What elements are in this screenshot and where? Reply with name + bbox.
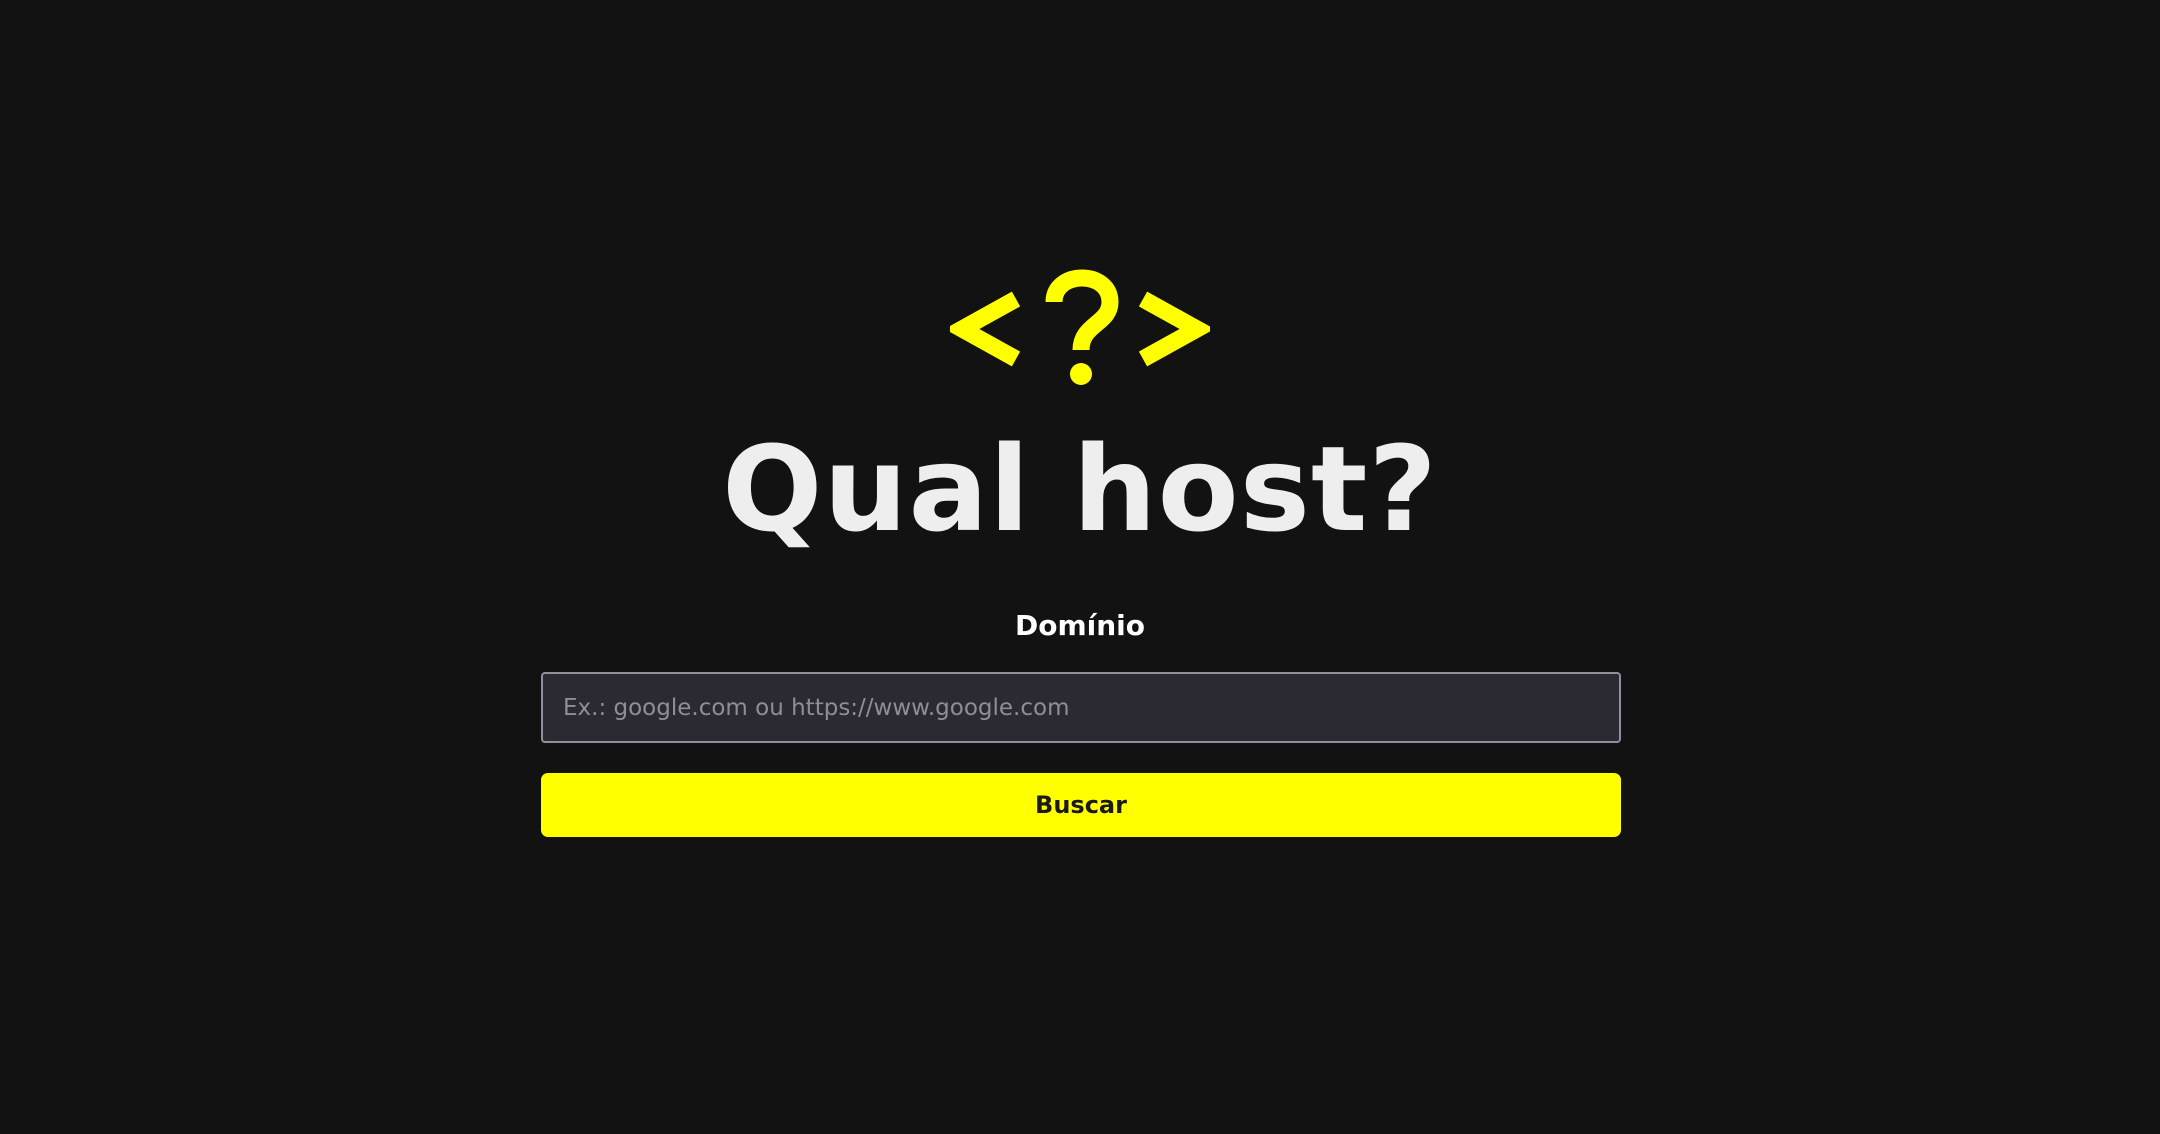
question-mark-glyph [1045, 269, 1119, 385]
domain-label: Domínio [1014, 609, 1146, 642]
domain-input[interactable] [541, 672, 1621, 743]
page: Qual host? Domínio Buscar [0, 0, 2160, 1134]
code-question-icon [950, 269, 1210, 385]
search-button[interactable]: Buscar [541, 773, 1621, 837]
page-title: Qual host? [722, 420, 1438, 558]
logo [0, 262, 2160, 392]
left-angle-bracket-glyph [950, 291, 1021, 367]
right-angle-bracket-glyph [1138, 291, 1210, 367]
